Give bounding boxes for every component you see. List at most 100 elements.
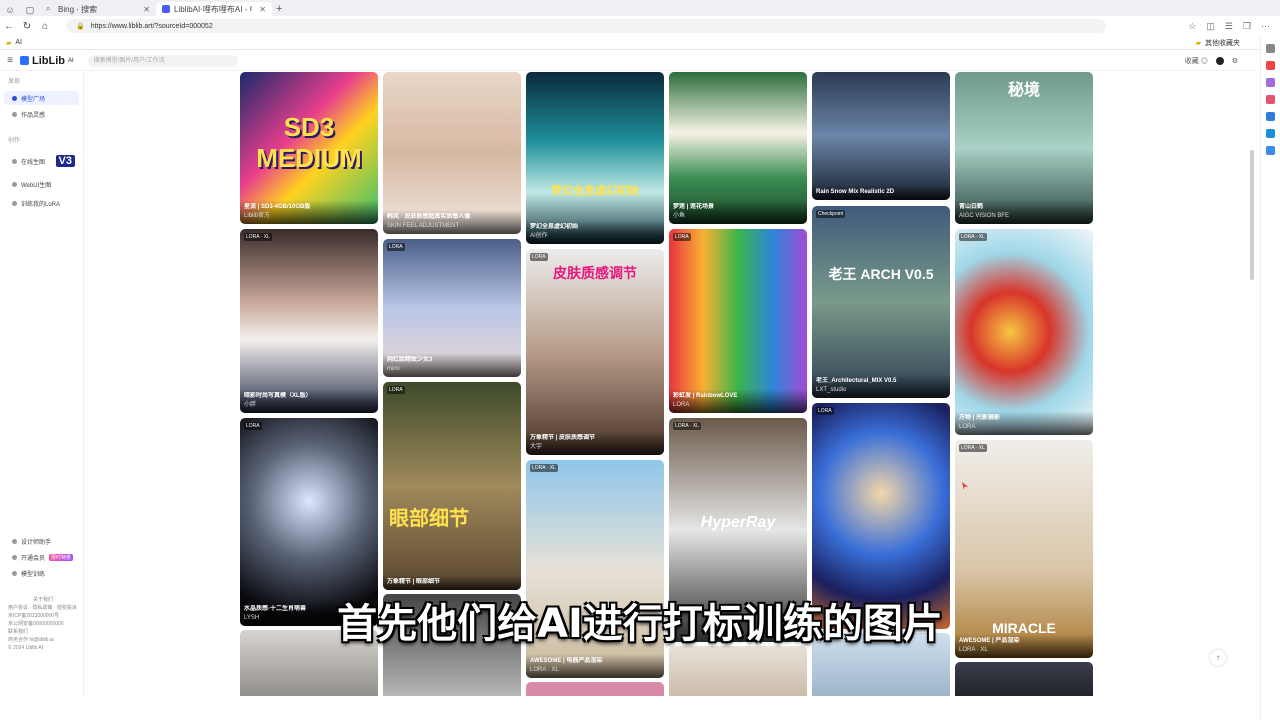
refresh-icon[interactable]: ↻ <box>18 21 36 32</box>
lora-tag: LORA <box>816 407 834 415</box>
back-icon[interactable]: ← <box>0 21 18 32</box>
card-overlay-text: SD3 MEDIUM <box>256 112 362 173</box>
crown-icon <box>12 554 17 560</box>
card-title: 韩风 · 皮肤质感超真实质感人像 <box>387 214 471 220</box>
card-caption: Rain Snow Mix Realistic 2D <box>812 185 950 200</box>
logo-text: LibLib <box>32 54 65 67</box>
model-card[interactable]: LORA · XL 暗影时尚写真模（XL版） 小胖 <box>240 229 378 413</box>
card-image <box>383 382 521 590</box>
copilot-icon[interactable] <box>1266 61 1275 70</box>
model-card[interactable]: SD3 MEDIUM 星流 | SD3-4GB/10GB版 Liblib官方 <box>240 72 378 224</box>
card-image <box>669 229 807 413</box>
liblib-favicon-icon <box>162 5 170 13</box>
outlook-icon[interactable] <box>1266 129 1275 138</box>
tab-liblib[interactable]: LiblibAI·哩布哩布AI - 中国领先的AI... ✕ <box>156 2 272 16</box>
sidebar-item-model-square[interactable]: 模型广场 <box>4 91 79 105</box>
browser-tab-bar: ☺ ▢ ⌕ Bing · 搜索 ✕ LiblibAI·哩布哩布AI - 中国领先… <box>0 0 1280 16</box>
card-title: 老王_Architectural_MIX V0.5 <box>816 378 897 384</box>
logo-mark-icon <box>20 56 29 65</box>
tools-icon[interactable] <box>1266 78 1275 87</box>
lora-tag: LORA <box>530 253 548 261</box>
sidebar-item-inspiration[interactable]: 作品灵感 <box>4 107 79 121</box>
model-card[interactable]: LORA 网红脸精致少女3 mimi <box>383 239 521 377</box>
card-caption: 彩虹发 | RainbowLOVE LORA <box>669 389 807 413</box>
card-caption: 老王_Architectural_MIX V0.5 LXT_studio <box>812 374 950 398</box>
settings-icon[interactable]: ⚙ <box>1232 57 1238 65</box>
model-train-icon <box>12 570 17 576</box>
folder-icon: ▰ <box>1195 39 1201 47</box>
card-caption: AWESOME | 电器产品渲染 LORA · XL <box>526 654 664 678</box>
card-caption: 万象精节 | 皮肤质感调节 大宇 <box>526 431 664 455</box>
lora-tag: LORA · XL <box>530 464 558 472</box>
search-input[interactable]: 搜索模型/图片/用户/工作流 <box>87 54 238 67</box>
bookmarks-bar: ▰ AI ▰ 其他收藏夹 <box>0 36 1280 50</box>
card-caption: 梦莲 | 莲花场景 小鱼 <box>669 200 807 224</box>
more-icon[interactable]: ⋯ <box>1261 21 1270 32</box>
model-card[interactable] <box>526 682 664 696</box>
card-caption: 万象精节 | 眼部细节 <box>383 575 521 590</box>
model-card[interactable]: Rain Snow Mix Realistic 2D <box>812 72 950 200</box>
sidebar-item-training[interactable]: 模型训练 <box>4 566 80 580</box>
brush-icon <box>12 158 17 164</box>
sidebar-item-label: 作品灵感 <box>21 112 46 119</box>
bookmark-ai[interactable]: AI <box>15 39 22 46</box>
sidebar-item-webui[interactable]: WebUI生图 <box>4 174 79 194</box>
model-card[interactable]: Checkpoint 老王 ARCH V0.5 老王_Architectural… <box>812 206 950 398</box>
model-card[interactable]: 梦莲 | 莲花场景 小鱼 <box>669 72 807 224</box>
card-caption: 星流 | SD3-4GB/10GB版 Liblib官方 <box>240 200 378 224</box>
card-title: 万物 | 光影摄影 <box>959 415 1001 421</box>
card-image <box>526 72 664 244</box>
model-card[interactable] <box>955 662 1093 696</box>
model-card[interactable]: 梦幻全息虚幻初始 梦幻全息虚幻初始 AI创作 <box>526 72 664 244</box>
office-icon[interactable] <box>1266 112 1275 121</box>
sidebar-item-train-lora[interactable]: 训练我的LoRA <box>4 196 79 210</box>
back-to-top-button[interactable]: ↑ <box>1210 650 1226 666</box>
header-right-text[interactable]: 收藏 ◎ <box>1185 56 1208 66</box>
card-image <box>526 682 664 696</box>
card-title: 万象精节 | 皮肤质感调节 <box>530 435 596 441</box>
model-card[interactable]: LORA 眼部细节 万象精节 | 眼部细节 <box>383 382 521 590</box>
split-icon[interactable]: ◫ <box>1206 21 1215 32</box>
browser-toolbar: ☆ ◫ ☰ ❐ ⋯ <box>1188 21 1280 32</box>
other-bookmarks[interactable]: ▰ 其他收藏夹 <box>1196 38 1240 48</box>
sidebar-item-vip[interactable]: 开通会员 限时特惠 <box>4 550 80 564</box>
logo[interactable]: LibLib AI <box>20 55 74 67</box>
close-icon[interactable]: ✕ <box>259 5 266 14</box>
games-icon[interactable] <box>1266 95 1275 104</box>
star-icon[interactable]: ☆ <box>1188 21 1196 32</box>
new-tab-button[interactable]: + <box>276 2 282 16</box>
tab-actions-icon[interactable]: ▢ <box>24 4 36 16</box>
search-icon[interactable] <box>1266 44 1275 53</box>
card-author: LORA · XL <box>530 667 559 673</box>
close-icon[interactable]: ✕ <box>143 5 150 14</box>
sidebar-item-online-gen[interactable]: 在线生图 V3 <box>4 150 79 172</box>
send-icon[interactable] <box>1266 146 1275 155</box>
card-caption: 韩风 · 皮肤质感超真实质感人像 SKIN FEEL ADJUSTMENT <box>383 210 521 234</box>
model-card[interactable]: 秘境 青山白鹤 AIGC VISION BFE <box>955 72 1093 224</box>
other-bookmarks-label: 其他收藏夹 <box>1205 39 1240 47</box>
model-card[interactable]: LORA · XL 万物 | 光影摄影 LORA <box>955 229 1093 435</box>
url-field[interactable]: 🔒 https://www.liblib.art/?sourceId=00005… <box>66 19 1106 33</box>
lora-tag: LORA · XL <box>673 422 701 430</box>
tab-bing[interactable]: ⌕ Bing · 搜索 ✕ <box>40 2 156 16</box>
menu-icon[interactable]: ≡ <box>0 55 20 66</box>
page-scrollbar[interactable] <box>1250 150 1254 280</box>
card-caption: 梦幻全息虚幻初始 AI创作 <box>526 220 664 244</box>
avatar[interactable] <box>1215 56 1224 65</box>
model-card[interactable]: 韩风 · 皮肤质感超真实质感人像 SKIN FEEL ADJUSTMENT <box>383 72 521 234</box>
sidebar-item-label: 在线生图 <box>21 159 46 166</box>
collections-icon[interactable]: ❐ <box>1243 21 1251 32</box>
sidebar-item-designer[interactable]: 设计师助手 <box>4 534 80 548</box>
lora-tag: LORA · XL <box>959 233 987 241</box>
card-author: AI创作 <box>530 233 548 239</box>
favorites-icon[interactable]: ☰ <box>1225 21 1233 32</box>
model-card[interactable]: LORA 彩虹发 | RainbowLOVE LORA <box>669 229 807 413</box>
card-title: 青山白鹤 <box>959 204 984 210</box>
card-image <box>240 229 378 413</box>
model-card[interactable] <box>669 646 807 696</box>
profile-icon[interactable]: ☺ <box>4 4 16 16</box>
model-card[interactable]: LORA 皮肤质感调节 万象精节 | 皮肤质感调节 大宇 <box>526 249 664 455</box>
card-author: AIGC VISION BFE <box>959 213 1010 219</box>
card-image <box>812 206 950 398</box>
home-icon[interactable]: ⌂ <box>36 21 54 32</box>
